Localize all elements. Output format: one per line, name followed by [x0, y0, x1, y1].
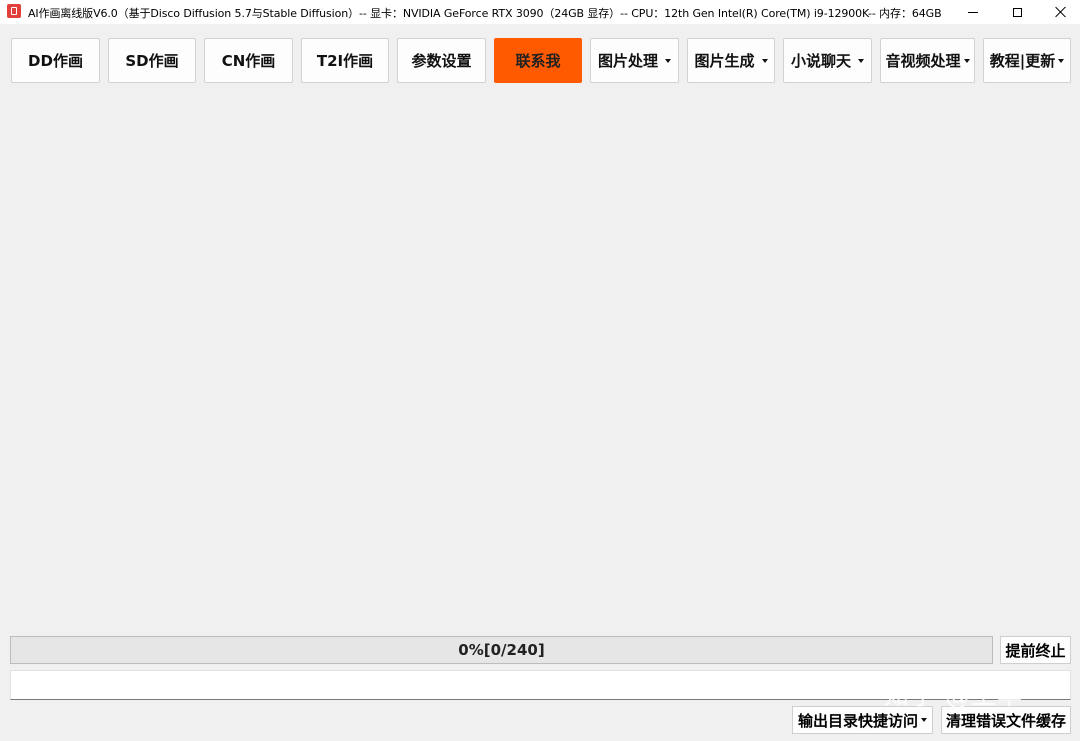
nav-image-processing-dropdown[interactable]: 图片处理: [590, 38, 679, 83]
nav-settings-button[interactable]: 参数设置: [397, 38, 486, 83]
maximize-icon: [1012, 7, 1022, 17]
nav-dd-button[interactable]: DD作画: [11, 38, 100, 83]
nav-image-generation-label: 图片生成: [694, 52, 755, 70]
nav-tutorial-update-dropdown[interactable]: 教程|更新: [983, 38, 1071, 83]
nav-sd-label: SD作画: [125, 52, 179, 70]
progress-bar: 0%[0/240]: [10, 636, 993, 664]
stop-early-button[interactable]: 提前终止: [1000, 636, 1071, 664]
caret-down-icon: [858, 58, 864, 63]
nav-tutorial-update-label: 教程|更新: [989, 52, 1056, 70]
minimize-icon: [968, 11, 978, 13]
nav-cn-label: CN作画: [221, 52, 276, 70]
nav-novel-chat-label: 小说聊天: [790, 52, 851, 70]
watermark: 知乎 @王华: [884, 681, 1023, 710]
close-button[interactable]: [1038, 0, 1080, 24]
caret-down-icon: [921, 718, 927, 722]
progress-text: 0%[0/240]: [458, 641, 545, 659]
nav-t2i-button[interactable]: T2I作画: [301, 38, 389, 83]
close-icon: [1055, 6, 1067, 18]
nav-contact-label: 联系我: [515, 52, 561, 70]
output-dir-label: 输出目录快捷访问: [797, 711, 918, 730]
window-title: AI作画离线版V6.0（基于Disco Diffusion 5.7与Stable…: [28, 7, 942, 20]
caret-down-icon: [1058, 58, 1065, 63]
app-icon: [7, 4, 21, 18]
nav-image-generation-dropdown[interactable]: 图片生成: [687, 38, 775, 83]
maximize-button[interactable]: [994, 0, 1040, 24]
clear-error-cache-label: 清理错误文件缓存: [945, 711, 1066, 730]
nav-av-processing-dropdown[interactable]: 音视频处理: [880, 38, 975, 83]
nav-cn-button[interactable]: CN作画: [204, 38, 293, 83]
minimize-button[interactable]: [950, 0, 996, 24]
caret-down-icon: [963, 58, 970, 63]
nav-dd-label: DD作画: [28, 52, 83, 70]
nav-contact-button[interactable]: 联系我: [494, 38, 582, 83]
caret-down-icon: [761, 58, 768, 63]
nav-image-processing-label: 图片处理: [597, 52, 658, 70]
stop-early-label: 提前终止: [1005, 641, 1066, 660]
nav-t2i-label: T2I作画: [316, 52, 374, 70]
nav-sd-button[interactable]: SD作画: [108, 38, 196, 83]
nav-novel-chat-dropdown[interactable]: 小说聊天: [783, 38, 872, 83]
nav-av-processing-label: 音视频处理: [885, 52, 961, 70]
nav-settings-label: 参数设置: [411, 52, 472, 70]
title-bar: AI作画离线版V6.0（基于Disco Diffusion 5.7与Stable…: [0, 0, 1080, 24]
caret-down-icon: [665, 58, 671, 63]
